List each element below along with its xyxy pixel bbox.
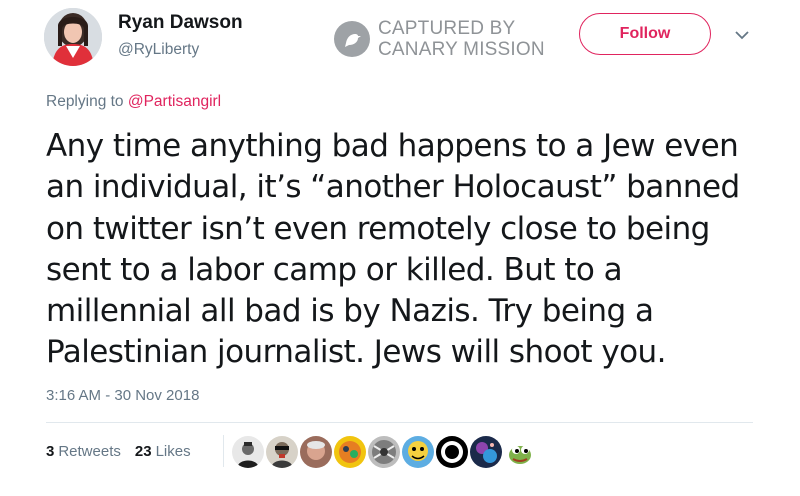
tweet-text: Any time anything bad happens to a Jew e… (46, 126, 776, 374)
divider (46, 422, 753, 423)
retweets-stat[interactable]: 3 Retweets (46, 443, 121, 460)
likes-label: Likes (155, 443, 191, 460)
liker-avatar[interactable] (470, 436, 502, 468)
liker-avatar[interactable] (266, 436, 298, 468)
liker-avatar[interactable] (504, 436, 536, 468)
replying-to-prefix: Replying to (46, 93, 124, 110)
tweet-line: Palestinian journalist. Jews will shoot … (46, 334, 667, 371)
tweet-stats: 3 Retweets 23 Likes (46, 435, 224, 467)
stamp-line-2: CANARY MISSION (378, 39, 545, 60)
display-name[interactable]: Ryan Dawson (118, 12, 243, 34)
stamp-line-1: CAPTURED BY (378, 18, 516, 39)
likers-avatars (232, 436, 538, 468)
user-handle[interactable]: @RyLiberty (118, 41, 199, 59)
likes-count: 23 (134, 443, 152, 460)
liker-avatar[interactable] (334, 436, 366, 468)
liker-avatar[interactable] (232, 436, 264, 468)
avatar[interactable] (44, 8, 102, 66)
tweet-line: sent to a labor camp or killed. But to a (46, 251, 623, 288)
tweet-line: millennial all bad is by Nazis. Try bein… (46, 293, 654, 330)
liker-avatar[interactable] (368, 436, 400, 468)
stats-separator (223, 435, 224, 467)
tweet-line: on twitter isn’t even remotely close to … (46, 210, 710, 247)
likes-stat[interactable]: 23 Likes (135, 443, 191, 460)
tweet-timestamp[interactable]: 3:16 AM - 30 Nov 2018 (46, 387, 199, 404)
profile-photo-avatar (44, 8, 102, 66)
captured-by-stamp: CAPTURED BY CANARY MISSION (334, 18, 545, 60)
liker-avatar[interactable] (300, 436, 332, 468)
liker-avatar[interactable] (436, 436, 468, 468)
reply-to-user-link[interactable]: @Partisangirl (128, 93, 221, 110)
tweet-line: an individual, it’s “another Holocaust” … (46, 169, 740, 206)
follow-button[interactable]: Follow (579, 13, 711, 55)
chevron-down-icon[interactable] (734, 27, 750, 48)
retweets-label: Retweets (58, 443, 121, 460)
liker-avatar[interactable] (402, 436, 434, 468)
retweets-count: 3 (46, 443, 55, 460)
tweet-line: Any time anything bad happens to a Jew e… (46, 128, 739, 164)
canary-bird-icon (334, 21, 370, 57)
replying-to: Replying to @Partisangirl (46, 93, 221, 111)
